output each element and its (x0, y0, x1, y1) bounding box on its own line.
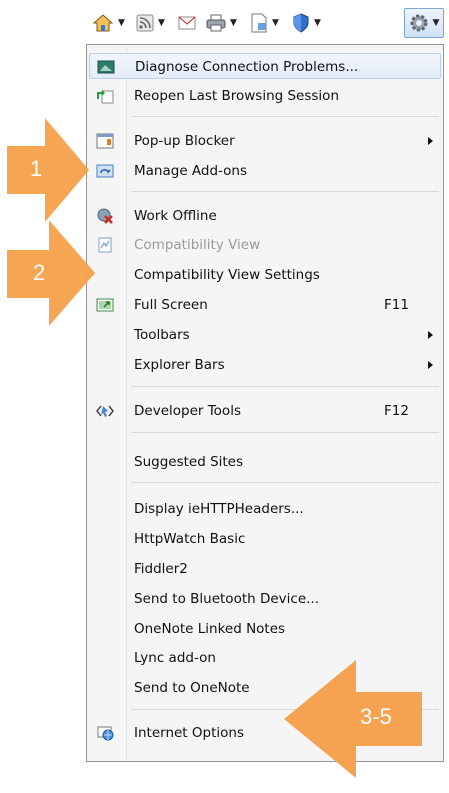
work-offline-icon (97, 208, 113, 224)
internet-options-icon (97, 726, 114, 741)
print-dropdown-icon[interactable]: ▼ (230, 18, 237, 28)
submenu-arrow-icon (428, 331, 433, 339)
callout-arrow-2: 2 (5, 218, 97, 328)
mail-icon (178, 16, 196, 30)
menu-separator (131, 116, 439, 117)
menu-item-label: HttpWatch Basic (134, 531, 246, 547)
menu-item-httpwatch-basic[interactable]: HttpWatch Basic (89, 526, 441, 552)
callout-label-3-5: 3-5 (360, 704, 392, 729)
menu-item-label: Manage Add-ons (134, 163, 248, 179)
reopen-session-icon (97, 90, 114, 104)
menu-item-label: Full Screen (134, 297, 208, 313)
menu-item-ie-http-headers[interactable]: Display ieHTTPHeaders... (89, 496, 441, 522)
menu-item-diagnose-connection[interactable]: Diagnose Connection Problems... (89, 53, 441, 79)
menu-item-label: Work Offline (134, 208, 217, 224)
callout-arrow-3-5: 3-5 (282, 658, 424, 780)
menu-item-label: Send to OneNote (134, 680, 250, 696)
callout-arrow-shape (7, 220, 95, 326)
shortcut-label: F11 (384, 297, 409, 313)
home-dropdown-icon[interactable]: ▼ (118, 18, 125, 28)
callout-label-2: 2 (33, 260, 46, 285)
full-screen-icon (96, 298, 114, 312)
menu-item-label: Compatibility View Settings (134, 267, 320, 283)
popup-blocker-icon (96, 133, 114, 149)
print-button[interactable]: ▼ (206, 10, 237, 36)
menu-item-explorer-bars[interactable]: Explorer Bars (89, 352, 441, 378)
home-icon (92, 14, 114, 32)
shortcut-label: F12 (384, 403, 409, 419)
menu-item-label: Display ieHTTPHeaders... (134, 501, 304, 517)
menu-separator (131, 432, 439, 433)
menu-item-label: Internet Options (134, 725, 244, 741)
diagnose-icon (97, 60, 115, 74)
callout-arrow-shape (7, 118, 89, 222)
menu-item-toolbars[interactable]: Toolbars (89, 322, 441, 348)
menu-item-popup-blocker[interactable]: Pop-up Blocker (89, 128, 441, 154)
safety-button[interactable]: ▼ (292, 10, 321, 36)
menu-separator (131, 482, 439, 483)
menu-item-label: Reopen Last Browsing Session (134, 88, 339, 104)
home-button[interactable]: ▼ (92, 10, 125, 36)
menu-item-send-to-bluetooth[interactable]: Send to Bluetooth Device... (89, 586, 441, 612)
menu-separator (131, 386, 439, 387)
read-mail-button[interactable] (178, 10, 196, 36)
menu-item-fiddler2[interactable]: Fiddler2 (89, 556, 441, 582)
menu-item-manage-addons[interactable]: Manage Add-ons (89, 158, 441, 184)
tools-menu: Diagnose Connection Problems... Reopen L… (86, 44, 444, 762)
printer-icon (206, 14, 226, 32)
menu-item-work-offline[interactable]: Work Offline (89, 203, 441, 229)
tools-button[interactable]: ▼ (404, 8, 444, 38)
menu-item-compatibility-view-settings[interactable]: Compatibility View Settings (89, 262, 441, 288)
menu-item-label: Explorer Bars (134, 357, 225, 373)
callout-arrow-shape (284, 660, 422, 778)
menu-item-full-screen[interactable]: Full Screen F11 (89, 292, 441, 318)
menu-item-label: Suggested Sites (134, 454, 244, 470)
menu-item-label: Diagnose Connection Problems... (135, 59, 359, 75)
menu-item-reopen-session[interactable]: Reopen Last Browsing Session (89, 83, 441, 109)
developer-tools-icon (96, 405, 114, 417)
shield-icon (293, 13, 309, 33)
tools-dropdown-icon[interactable]: ▼ (433, 18, 440, 28)
feeds-button[interactable]: ▼ (136, 10, 165, 36)
menu-item-label: Send to Bluetooth Device... (134, 591, 320, 607)
menu-item-label: Developer Tools (134, 403, 241, 419)
command-bar: ▼ ▼ ▼ ▼ ▼ ▼ (84, 0, 449, 44)
menu-item-label: OneNote Linked Notes (134, 621, 286, 637)
feeds-dropdown-icon[interactable]: ▼ (158, 18, 165, 28)
menu-item-compatibility-view[interactable]: Compatibility View (89, 232, 441, 258)
page-icon (251, 13, 267, 33)
menu-item-suggested-sites[interactable]: Suggested Sites (89, 449, 441, 475)
submenu-arrow-icon (428, 137, 433, 145)
menu-separator (131, 191, 439, 192)
manage-addons-icon (96, 164, 114, 178)
menu-item-label: Lync add-on (134, 650, 216, 666)
menu-item-label: Pop-up Blocker (134, 133, 235, 149)
gear-icon (410, 14, 428, 32)
menu-item-label: Toolbars (134, 327, 190, 343)
callout-label-1: 1 (30, 156, 43, 181)
menu-item-label: Compatibility View (134, 237, 261, 253)
rss-feed-icon (136, 14, 154, 32)
safety-dropdown-icon[interactable]: ▼ (314, 18, 321, 28)
menu-item-developer-tools[interactable]: Developer Tools F12 (89, 398, 441, 424)
submenu-arrow-icon (428, 361, 433, 369)
menu-item-onenote-linked-notes[interactable]: OneNote Linked Notes (89, 616, 441, 642)
page-dropdown-icon[interactable]: ▼ (272, 18, 279, 28)
page-button[interactable]: ▼ (250, 10, 279, 36)
callout-arrow-1: 1 (5, 116, 91, 224)
menu-item-label: Fiddler2 (134, 561, 188, 577)
compatibility-view-icon (98, 237, 112, 253)
